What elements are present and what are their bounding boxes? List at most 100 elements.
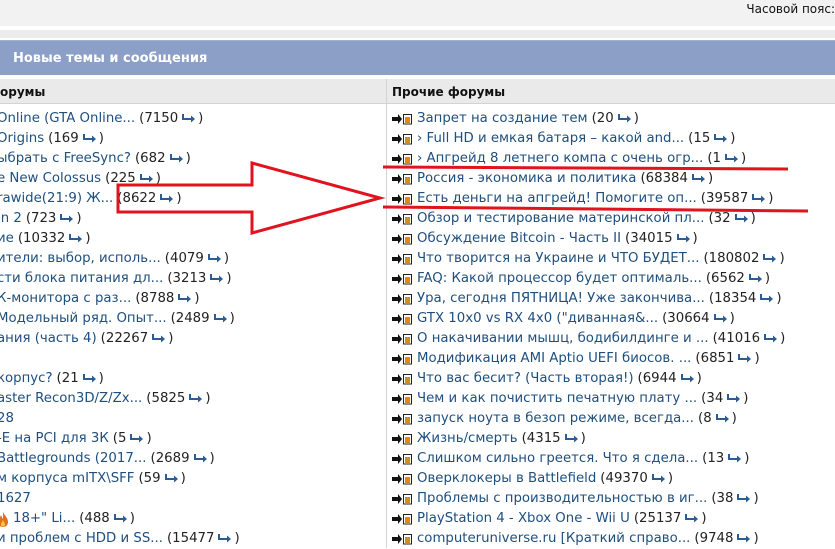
topic-link[interactable]: ие: [0, 229, 14, 249]
topic-link[interactable]: Что вас бесит? (Часть вторая!): [417, 369, 634, 389]
go-to-last-post-icon[interactable]: [59, 212, 76, 223]
topic-link[interactable]: Обзор и тестирование материнской пл...: [417, 209, 704, 229]
go-to-last-post-icon[interactable]: [726, 392, 743, 403]
go-to-last-post-icon[interactable]: [177, 292, 194, 303]
go-to-last-post-icon[interactable]: [724, 152, 741, 163]
go-to-last-post-icon[interactable]: [736, 532, 753, 543]
topic-link[interactable]: › Апгрейд 8 летнего компа с очень огр...: [417, 149, 703, 169]
go-to-last-post-icon[interactable]: [209, 272, 226, 283]
go-to-last-post-icon[interactable]: [715, 412, 732, 423]
topic-link[interactable]: 28: [0, 409, 14, 429]
go-to-last-post-icon[interactable]: [159, 192, 176, 203]
topic-link[interactable]: rawide(21:9) Ж...: [0, 189, 113, 209]
go-to-last-post-icon[interactable]: [82, 132, 99, 143]
go-to-last-post-icon[interactable]: [193, 452, 210, 463]
new-post-icon: [392, 354, 412, 365]
new-post-icon: [392, 434, 412, 445]
topic-link[interactable]: сти блока питания дл...: [0, 269, 163, 289]
topic-link[interactable]: › Full HD и емкая батаря – какой and...: [417, 129, 684, 149]
go-to-last-post-icon[interactable]: [113, 512, 130, 523]
go-to-last-post-icon[interactable]: [736, 492, 753, 503]
topic-link[interactable]: Модификация AMI Aptio UEFI биосов. ...: [417, 349, 691, 369]
go-to-last-post-icon[interactable]: [680, 372, 697, 383]
topic-link[interactable]: ители: выбор, исполь...: [0, 249, 161, 269]
topic-link[interactable]: Россия - экономика и политика: [417, 169, 636, 189]
column-divider: [386, 79, 387, 548]
topic-link[interactable]: О накачивании мышц, бодибилдинге и ...: [417, 329, 709, 349]
topic-link[interactable]: К-монитора с раз...: [0, 289, 131, 309]
reply-count-value: 169: [53, 131, 79, 146]
topic-link[interactable]: Слишком сильно греется. Что я сдела...: [417, 449, 698, 469]
reply-count: (180802): [703, 249, 784, 269]
go-to-last-post-icon[interactable]: [762, 252, 779, 263]
topic-link[interactable]: Запрет на создание тем: [417, 109, 588, 129]
reply-count-value: 10332: [23, 231, 66, 246]
go-to-last-post-icon[interactable]: [68, 232, 85, 243]
topic-link[interactable]: 1627: [0, 489, 31, 509]
topic-link[interactable]: м корпуса mITX\SFF: [0, 469, 134, 489]
go-to-last-post-icon[interactable]: [151, 332, 168, 343]
column-header-forums: орумы: [0, 79, 386, 104]
topic-link[interactable]: Обсуждение Bitcoin - Часть II: [417, 229, 621, 249]
go-to-last-post-icon[interactable]: [713, 312, 730, 323]
go-to-last-post-icon[interactable]: [734, 212, 751, 223]
go-to-last-post-icon[interactable]: [564, 432, 581, 443]
reply-count: (34015): [625, 229, 698, 249]
paren-close: ): [731, 411, 737, 426]
go-to-last-post-icon[interactable]: [139, 172, 156, 183]
reply-count: (7150): [139, 109, 203, 129]
go-to-last-post-icon[interactable]: [759, 292, 776, 303]
go-to-last-post-icon[interactable]: [617, 112, 634, 123]
go-to-last-post-icon[interactable]: [691, 172, 708, 183]
topic-link[interactable]: и проблем с HDD и SS...: [0, 529, 163, 549]
go-to-last-post-icon[interactable]: [82, 372, 99, 383]
topic-link[interactable]: Модельный ряд. Опыт...: [0, 309, 167, 329]
go-to-last-post-icon[interactable]: [207, 252, 224, 263]
go-to-last-post-icon[interactable]: [748, 272, 765, 283]
go-to-last-post-icon[interactable]: [213, 312, 230, 323]
topic-link[interactable]: Online (GTA Online...: [0, 109, 135, 129]
go-to-last-post-icon[interactable]: [129, 432, 146, 443]
topic-link[interactable]: Жизнь/смерть: [417, 429, 518, 449]
topic-link[interactable]: корпус?: [0, 369, 53, 389]
topic-link[interactable]: in 2: [0, 209, 22, 229]
reply-count-value: 6944: [642, 371, 677, 386]
topic-link[interactable]: e New Colossus: [0, 169, 101, 189]
go-to-last-post-icon[interactable]: [181, 112, 198, 123]
go-to-last-post-icon[interactable]: [188, 392, 205, 403]
go-to-last-post-icon[interactable]: [217, 532, 234, 543]
go-to-last-post-icon[interactable]: [737, 352, 754, 363]
topic-row: Запрет на создание тем (20): [392, 109, 835, 129]
topic-link[interactable]: Оверклокеры в Battlefield: [417, 469, 596, 489]
topic-link[interactable]: FAQ: Какой процессор будет оптималь...: [417, 269, 702, 289]
topic-link[interactable]: -E на PCI для 3К: [0, 429, 109, 449]
go-to-last-post-icon[interactable]: [651, 472, 668, 483]
topic-link[interactable]: Есть деньги на апгрейд! Помогите оп...: [417, 189, 697, 209]
go-to-last-post-icon[interactable]: [684, 512, 701, 523]
topic-link[interactable]: Проблемы с производительностью в иг...: [417, 489, 707, 509]
topic-link[interactable]: ания (часть 4): [0, 329, 97, 349]
reply-count: (5): [113, 429, 152, 449]
topic-link[interactable]: Чем и как почистить печатную плату ...: [417, 389, 697, 409]
topic-link[interactable]: запуск ноута в безоп режиме, всегда...: [417, 409, 694, 429]
topic-link[interactable]: Ура, сегодня ПЯТНИЦА! Уже закончива...: [417, 289, 705, 309]
topic-link[interactable]: Что творится на Украине и ЧТО БУДЕТ...: [417, 249, 699, 269]
go-to-last-post-icon[interactable]: [727, 452, 744, 463]
topic-link[interactable]: PlayStation 4 - Xbox One - Wii U: [417, 509, 630, 529]
topic-row: PlayStation 4 - Xbox One - Wii U (25137): [392, 509, 835, 529]
go-to-last-post-icon[interactable]: [763, 332, 780, 343]
topic-link[interactable]: GTX 10x0 vs RX 4x0 ("диванная&...: [417, 309, 658, 329]
topic-link[interactable]: computeruniverse.ru [Краткий справо...: [417, 529, 690, 549]
topic-link[interactable]: 18+" Li...: [13, 509, 75, 529]
topic-list-left: Online (GTA Online... (7150) Origins (169) ы…: [0, 109, 386, 549]
go-to-last-post-icon[interactable]: [676, 232, 693, 243]
go-to-last-post-icon[interactable]: [169, 152, 186, 163]
topic-link[interactable]: aster Recon3D/Z/Zx...: [0, 389, 142, 409]
go-to-last-post-icon[interactable]: [751, 192, 768, 203]
topic-link[interactable]: Origins: [0, 129, 44, 149]
go-to-last-post-icon[interactable]: [164, 472, 181, 483]
go-to-last-post-icon[interactable]: [713, 132, 730, 143]
reply-count-value: 8788: [140, 291, 175, 306]
topic-link[interactable]: Battlegrounds (2017...: [0, 449, 146, 469]
topic-link[interactable]: ыбрать с FreeSync?: [0, 149, 131, 169]
